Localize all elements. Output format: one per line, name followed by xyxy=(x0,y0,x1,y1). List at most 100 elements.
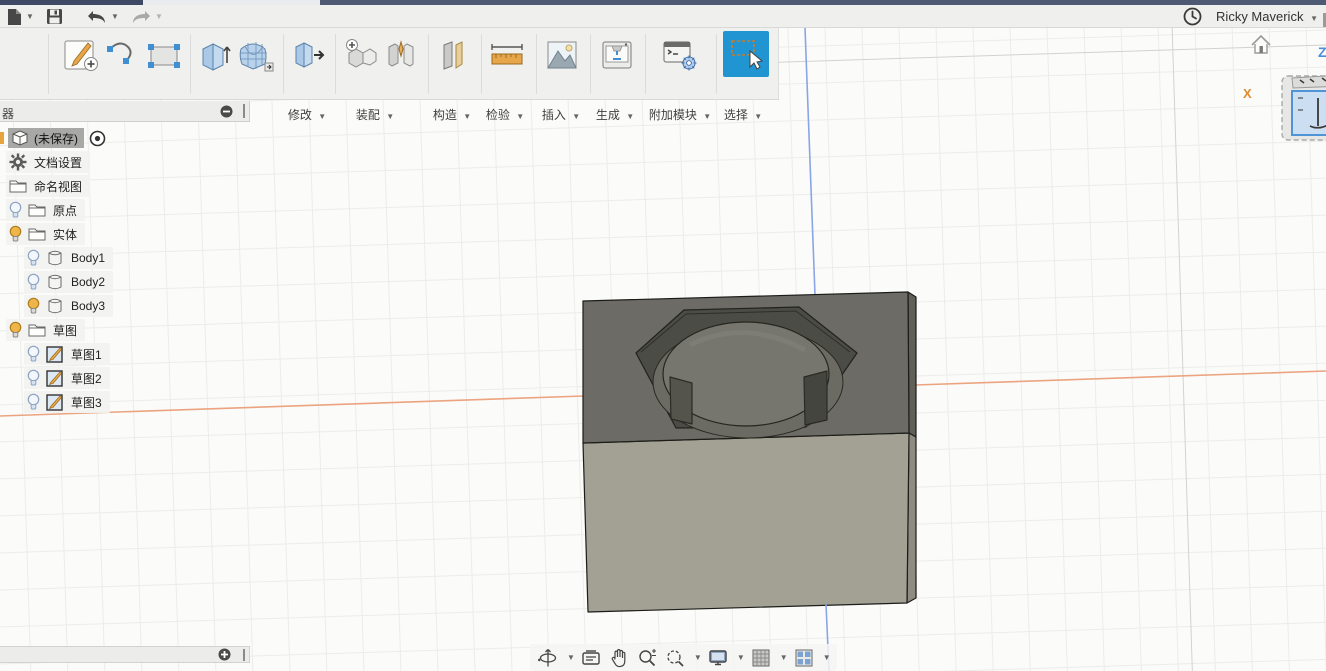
fit-button[interactable] xyxy=(663,646,687,670)
ribbon-toolbar: 型 ▼ 草图 ▼ 创建 ▼ 修改 ▼ 装配 ▼ 构造 ▼ 检验 ▼ xyxy=(0,28,779,122)
grid-settings-button[interactable] xyxy=(749,646,773,670)
visibility-bulb-off-icon[interactable] xyxy=(26,273,41,291)
zoom-button[interactable] xyxy=(635,646,659,670)
viewports-caret[interactable]: ▼ xyxy=(823,653,831,662)
folder-icon xyxy=(28,324,46,337)
model-left-tangent-wall[interactable] xyxy=(669,376,693,425)
browser-row-document-root[interactable]: (未保存) xyxy=(0,127,106,149)
browser-row-sketch2[interactable]: 草图2 xyxy=(24,367,110,389)
browser-row-sketch3[interactable]: 草图3 xyxy=(24,391,110,413)
construct-plane-icon xyxy=(443,41,463,70)
select-group-label[interactable]: 选择 ▼ xyxy=(705,106,781,122)
model-body3[interactable] xyxy=(582,291,917,613)
expand-panel-icon[interactable] xyxy=(218,648,231,661)
fit-caret[interactable]: ▼ xyxy=(694,653,702,662)
browser-panel-header[interactable]: 器 xyxy=(0,101,250,122)
panel-resize-handle[interactable] xyxy=(243,648,245,661)
pan-button[interactable] xyxy=(607,646,631,670)
browser-row-origin[interactable]: 原点 xyxy=(6,199,86,221)
insert-image-button[interactable] xyxy=(542,32,582,78)
file-menu-button[interactable]: ▼ xyxy=(6,7,34,26)
undo-button[interactable]: ▼ xyxy=(86,7,119,26)
assemble-group-label[interactable]: 装配 ▼ xyxy=(338,106,412,122)
ribbon-separator xyxy=(536,34,537,94)
ribbon-separator xyxy=(335,34,336,94)
panel-resize-handle[interactable] xyxy=(243,104,245,118)
press-pull-icon xyxy=(295,42,325,68)
spline-icon xyxy=(107,42,132,64)
visibility-bulb-off-icon[interactable] xyxy=(26,393,41,411)
construct-plane-button[interactable] xyxy=(434,32,474,78)
document-name: (未保存) xyxy=(34,131,78,146)
redo-button[interactable]: ▼ xyxy=(130,7,163,26)
joint-button[interactable] xyxy=(381,32,421,78)
add-ins-button[interactable] xyxy=(658,32,702,78)
measure-icon xyxy=(491,44,523,65)
new-component-button[interactable] xyxy=(341,32,381,78)
viewports-button[interactable] xyxy=(792,646,816,670)
viewcube[interactable] xyxy=(1280,66,1326,144)
redo-caret: ▼ xyxy=(155,12,163,21)
document-cube-icon xyxy=(12,130,28,146)
browser-row-body3[interactable]: Body3 xyxy=(24,295,114,317)
visibility-bulb-on-icon[interactable] xyxy=(8,225,23,243)
collapse-panel-icon[interactable] xyxy=(220,105,233,118)
browser-row-body2[interactable]: Body2 xyxy=(24,271,114,293)
browser-title: 器 xyxy=(2,107,15,121)
create-sketch-button[interactable] xyxy=(60,32,100,78)
create-form-button[interactable] xyxy=(236,32,276,78)
pan-hand-icon xyxy=(611,648,626,667)
row-label: 文档设置 xyxy=(34,155,83,170)
make-button[interactable] xyxy=(597,32,637,78)
extrude-icon xyxy=(202,43,231,71)
orbit-button[interactable] xyxy=(536,646,560,670)
modify-group-label[interactable]: 修改 ▼ xyxy=(270,106,344,122)
browser-row-named-views[interactable]: 命名视图 xyxy=(6,175,91,197)
grid-settings-caret[interactable]: ▼ xyxy=(780,653,788,662)
select-tool-button[interactable] xyxy=(723,31,769,77)
display-settings-button[interactable] xyxy=(706,646,730,670)
browser-row-document-settings[interactable]: 文档设置 xyxy=(6,151,91,173)
row-label: 草图1 xyxy=(71,347,102,362)
zoom-icon xyxy=(639,648,656,666)
model-right-tangent-wall[interactable] xyxy=(803,370,828,426)
select-icon xyxy=(731,40,764,70)
make-3d-print-icon xyxy=(602,41,632,69)
press-pull-button[interactable] xyxy=(288,32,328,78)
visibility-bulb-off-icon[interactable] xyxy=(26,345,41,363)
clipped-expand-arrow xyxy=(0,132,4,144)
visibility-bulb-on-icon[interactable] xyxy=(26,297,41,315)
visibility-bulb-off-icon[interactable] xyxy=(26,249,41,267)
user-menu[interactable]: Ricky Maverick ▼ xyxy=(1216,9,1318,24)
browser-row-bodies-folder[interactable]: 实体 xyxy=(6,223,86,245)
visibility-bulb-off-icon[interactable] xyxy=(26,369,41,387)
document-root-band[interactable]: (未保存) xyxy=(8,128,84,148)
spline-tool-button[interactable] xyxy=(102,32,142,78)
display-settings-caret[interactable]: ▼ xyxy=(737,653,745,662)
look-at-button[interactable] xyxy=(579,646,603,670)
measure-button[interactable] xyxy=(487,32,527,78)
row-label: 命名视图 xyxy=(34,179,83,194)
row-label: 原点 xyxy=(53,203,78,218)
folder-icon xyxy=(28,204,46,217)
visibility-bulb-off-icon[interactable] xyxy=(8,201,23,219)
browser-row-sketches-folder[interactable]: 草图 xyxy=(6,319,86,341)
select-group-caret: ▼ xyxy=(754,112,763,121)
body-icon xyxy=(48,250,62,266)
undo-icon xyxy=(88,10,105,23)
model-front-face[interactable] xyxy=(582,432,910,613)
history-clock-icon[interactable] xyxy=(1183,7,1202,26)
extrude-button[interactable] xyxy=(196,32,236,78)
home-view-icon[interactable] xyxy=(1248,32,1274,58)
activate-radio-icon[interactable] xyxy=(89,130,106,147)
rectangle-tool-button[interactable] xyxy=(144,32,184,78)
orbit-caret[interactable]: ▼ xyxy=(567,653,575,662)
browser-row-body1[interactable]: Body1 xyxy=(24,247,114,269)
redo-icon xyxy=(133,10,150,23)
row-label: 草图 xyxy=(53,323,78,338)
save-button[interactable] xyxy=(46,7,63,26)
browser-row-sketch1[interactable]: 草图1 xyxy=(24,343,110,365)
timeline-bar[interactable] xyxy=(0,646,250,663)
display-settings-icon xyxy=(709,649,727,665)
visibility-bulb-on-icon[interactable] xyxy=(8,321,23,339)
